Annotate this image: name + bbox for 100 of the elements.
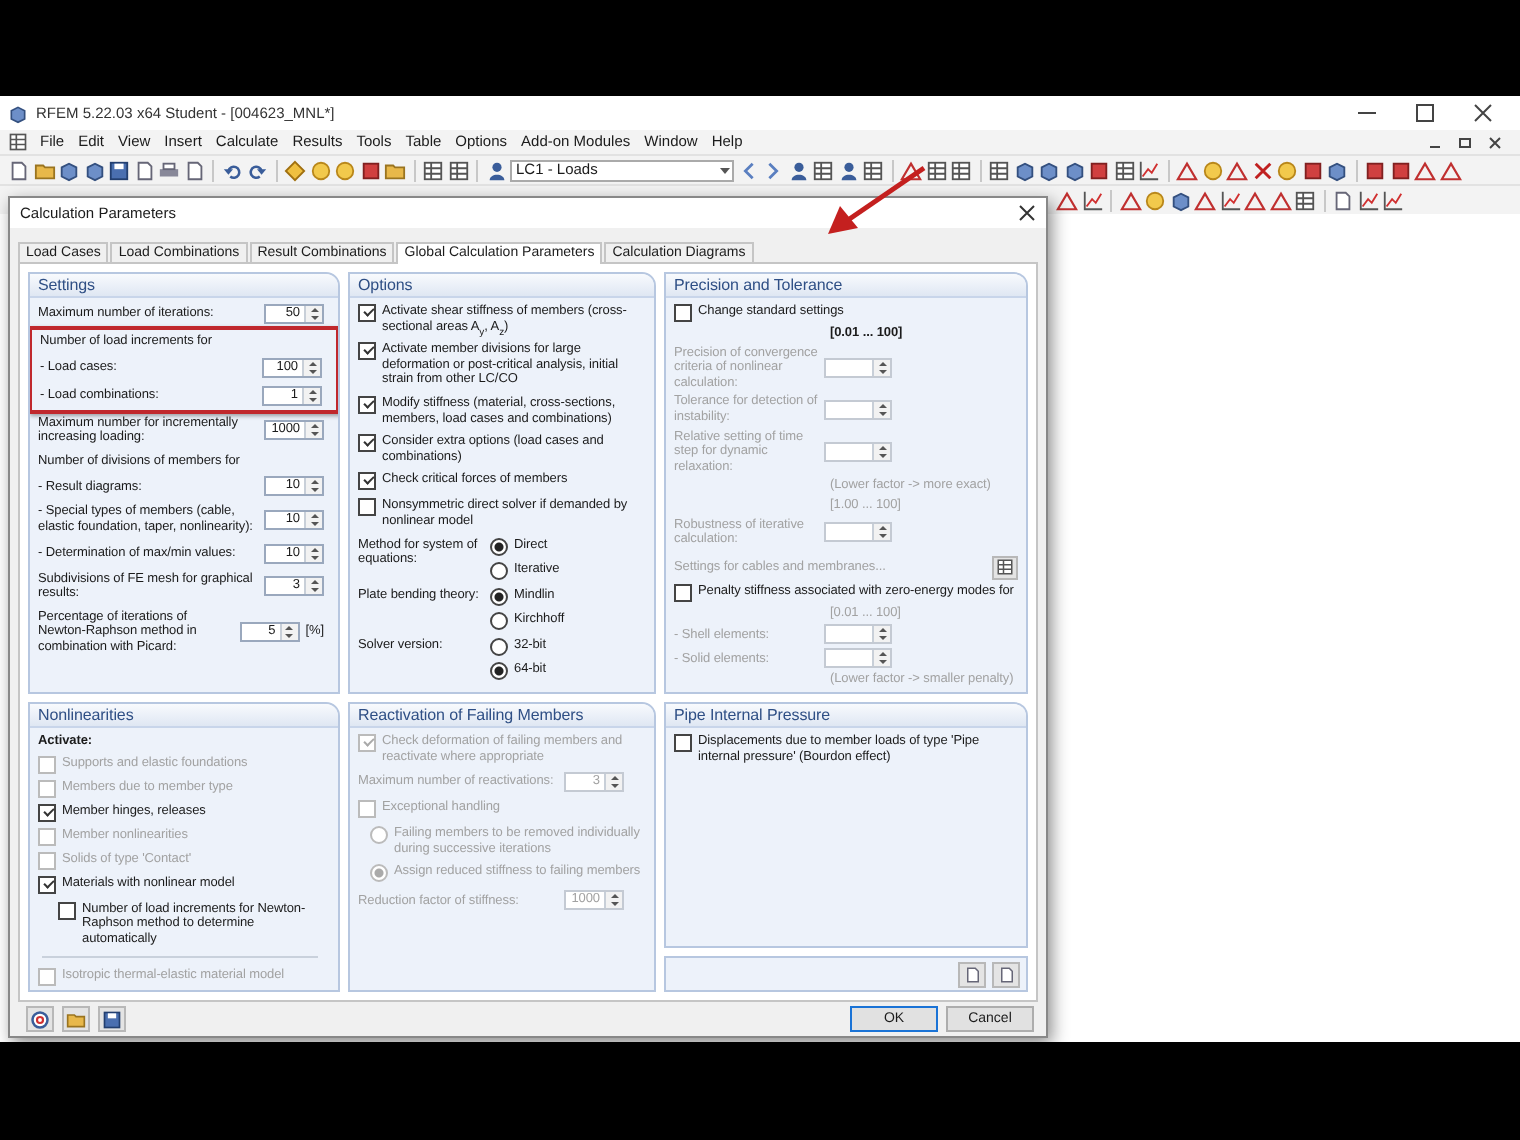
spin-arrows-icon[interactable]	[307, 387, 317, 404]
triangle-icon[interactable]	[1119, 189, 1141, 211]
triangle-icon[interactable]	[1244, 189, 1266, 211]
cross-icon[interactable]	[1251, 159, 1273, 181]
square-icon[interactable]	[1389, 159, 1411, 181]
spin-field[interactable]	[824, 648, 892, 669]
spin-arrows-icon[interactable]	[877, 524, 887, 541]
checkbox[interactable]	[358, 304, 376, 322]
user-icon[interactable]	[837, 159, 859, 181]
panel-title: Precision and Tolerance	[666, 274, 1026, 298]
checkbox[interactable]	[358, 498, 376, 517]
checkbox[interactable]	[358, 342, 376, 361]
spin-field[interactable]	[824, 399, 892, 420]
spin-arrows-icon[interactable]	[877, 443, 887, 460]
radio-button[interactable]	[490, 537, 508, 556]
checkbox[interactable]	[674, 583, 692, 602]
checkbox[interactable]	[358, 434, 376, 453]
export-button[interactable]	[958, 961, 986, 987]
triangle-icon[interactable]	[1056, 189, 1078, 211]
chart-icon[interactable]	[1138, 159, 1160, 181]
chart-icon[interactable]	[1219, 189, 1241, 211]
spin-arrows-icon[interactable]	[309, 578, 319, 595]
radio-button[interactable]	[490, 611, 508, 630]
triangle-icon[interactable]	[900, 159, 922, 181]
panel-title: Pipe Internal Pressure	[666, 704, 1026, 728]
square-icon[interactable]	[1088, 159, 1110, 181]
table-icon[interactable]	[988, 159, 1010, 181]
spin-arrows-icon[interactable]	[609, 774, 619, 791]
table-icon[interactable]	[862, 159, 884, 181]
chart-icon[interactable]	[1382, 189, 1404, 211]
redo-icon[interactable]	[246, 159, 268, 181]
spin-field[interactable]	[824, 522, 892, 543]
square-icon[interactable]	[359, 159, 381, 181]
triangle-icon[interactable]	[1194, 189, 1216, 211]
checkbox[interactable]	[358, 472, 376, 491]
table-icon	[996, 558, 1014, 577]
spin-arrows-icon[interactable]	[877, 401, 887, 418]
table-icon[interactable]	[8, 132, 28, 152]
settings-button[interactable]	[992, 555, 1018, 580]
spin-field[interactable]	[824, 624, 892, 645]
undo-icon[interactable]	[221, 159, 243, 181]
chart-icon[interactable]	[1081, 189, 1103, 211]
user-icon[interactable]	[787, 159, 809, 181]
spin-arrows-icon[interactable]	[877, 626, 887, 643]
footer-button[interactable]	[98, 1006, 126, 1032]
spin-arrows-icon[interactable]	[609, 892, 619, 909]
folder-icon	[66, 1009, 86, 1029]
restore-icon[interactable]	[1456, 133, 1474, 151]
table-icon[interactable]	[812, 159, 834, 181]
printer-icon[interactable]	[158, 159, 180, 181]
triangle-icon[interactable]	[1414, 159, 1436, 181]
checkbox[interactable]	[674, 734, 692, 752]
spin-arrows-icon[interactable]	[309, 306, 319, 322]
spin-field[interactable]	[824, 441, 892, 462]
spin-arrows-icon[interactable]	[309, 511, 319, 528]
export-button[interactable]	[992, 961, 1020, 987]
checkbox[interactable]	[58, 901, 76, 920]
spin-arrows-icon[interactable]	[307, 359, 317, 376]
radio-button[interactable]	[490, 587, 508, 606]
close-icon[interactable]	[1486, 133, 1504, 151]
close-icon[interactable]	[1474, 104, 1492, 122]
close-icon[interactable]	[1018, 204, 1036, 222]
checkbox[interactable]	[38, 875, 56, 894]
circle-icon[interactable]	[1201, 159, 1223, 181]
radio-button[interactable]	[490, 637, 508, 656]
radio-button[interactable]	[490, 561, 508, 580]
spin-arrows-icon[interactable]	[309, 478, 319, 495]
triangle-icon[interactable]	[1439, 159, 1461, 181]
user-icon[interactable]	[485, 159, 507, 181]
maximize-icon[interactable]	[1416, 104, 1434, 122]
chart-icon[interactable]	[1357, 189, 1379, 211]
table-icon[interactable]	[1113, 159, 1135, 181]
cube-icon[interactable]	[1169, 189, 1191, 211]
square-icon[interactable]	[1364, 159, 1386, 181]
triangle-icon[interactable]	[1269, 189, 1291, 211]
circle-icon[interactable]	[309, 159, 331, 181]
checkbox[interactable]	[358, 395, 376, 414]
spin-arrows-icon[interactable]	[284, 624, 295, 641]
checkbox[interactable]	[674, 304, 692, 322]
triangle-icon[interactable]	[1226, 159, 1248, 181]
panel-title: Settings	[30, 274, 338, 298]
page-icon[interactable]	[1332, 189, 1354, 211]
table-icon[interactable]	[447, 159, 469, 181]
panel-title: Nonlinearities	[30, 704, 338, 728]
table-icon[interactable]	[925, 159, 947, 181]
table-icon[interactable]	[422, 159, 444, 181]
table-icon[interactable]	[950, 159, 972, 181]
triangle-icon[interactable]	[1176, 159, 1198, 181]
table-icon[interactable]	[1294, 189, 1316, 211]
spin-arrows-icon[interactable]	[877, 650, 887, 667]
spin-field[interactable]	[824, 357, 892, 378]
panel-title: Options	[350, 274, 654, 298]
checkbox[interactable]	[38, 803, 56, 822]
square-icon[interactable]	[1301, 159, 1323, 181]
cube-icon	[8, 103, 28, 123]
footer-button[interactable]	[26, 1006, 54, 1032]
spin-arrows-icon[interactable]	[309, 545, 319, 562]
spin-arrows-icon[interactable]	[877, 359, 887, 376]
spin-arrows-icon[interactable]	[309, 422, 319, 439]
radio-button[interactable]	[490, 661, 508, 680]
